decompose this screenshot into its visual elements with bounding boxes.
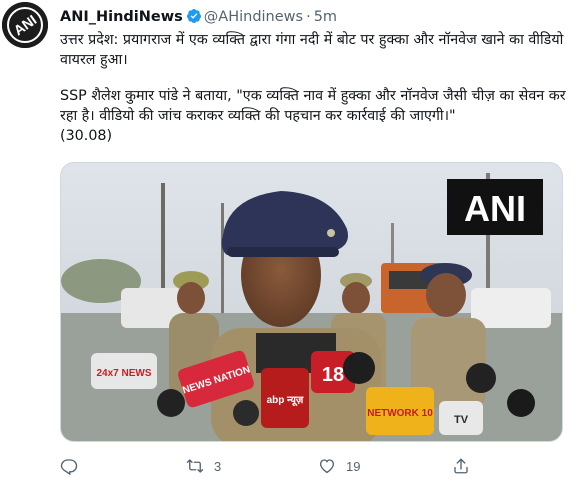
mic-label-18: 18 [322,364,344,386]
share-icon [454,458,468,474]
retweet-count: 3 [214,458,222,474]
tweet-card[interactable]: ANI ANI_HindiNews @AHindinews · 5m उत्तर प्… [0,0,584,485]
tweet-text-line-1: उत्तर प्रदेश: प्रयागराज में एक व्यक्ति द… [60,32,564,68]
like-button[interactable]: 19 [318,454,360,478]
mic-label-abp: abp न्यूज़ [267,395,304,407]
share-button[interactable] [452,454,470,478]
tweet-media-photo[interactable]: ANI 24x7 NEWS NEWS NATION abp न्यूज़ 18 … [60,162,563,442]
tweet-text-line-3: (30.08) [60,128,113,144]
ani-watermark: ANI [464,188,526,229]
tweet-text: उत्तर प्रदेश: प्रयागराज में एक व्यक्ति द… [60,30,572,146]
tweet-header: ANI_HindiNews @AHindinews · 5m [60,7,337,27]
verified-badge-icon [186,9,201,23]
mic-label-tv: TV [454,414,469,426]
mic-label-network10: NETWORK 10 [367,408,433,419]
author-handle[interactable]: @AHindinews [204,9,303,25]
reply-icon [60,459,78,475]
like-count: 19 [346,458,361,474]
retweet-button[interactable]: 3 [186,454,221,478]
tweet-time[interactable]: 5m [314,9,337,25]
mic-label-24x7: 24x7 NEWS [96,368,151,379]
separator-dot: · [306,9,311,25]
tweet-actions: 3 19 [60,454,560,478]
retweet-icon [186,459,204,473]
author-name[interactable]: ANI_HindiNews [60,9,183,25]
author-avatar[interactable]: ANI [2,2,48,48]
tweet-text-line-2: SSP शैलेश कुमार पांडे ने बताया, "एक व्यक… [60,88,566,124]
like-icon [319,459,335,474]
reply-button[interactable] [60,454,88,478]
